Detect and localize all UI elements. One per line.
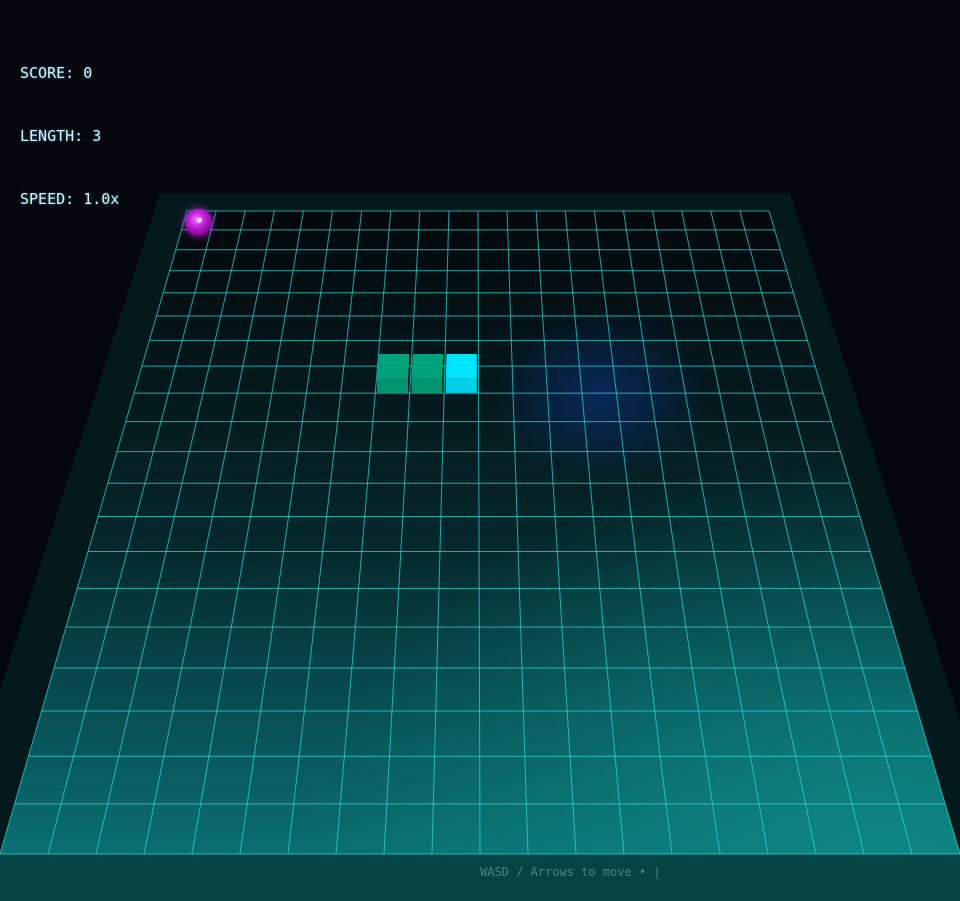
length-label: LENGTH: — [20, 127, 84, 145]
segment-front-face — [445, 378, 477, 393]
snake-body-segment — [411, 354, 444, 393]
food-layer — [182, 206, 215, 239]
game-scene — [0, 193, 960, 901]
score-readout: SCORE: 0 — [20, 63, 119, 84]
controls-hint: WASD / Arrows to move • | — [480, 865, 661, 879]
speed-readout: SPEED: 1.0x — [20, 189, 119, 210]
segment-top-face — [377, 354, 410, 379]
score-value: 0 — [83, 64, 93, 82]
length-value: 3 — [92, 127, 102, 145]
segment-top-face — [445, 354, 477, 379]
score-label: SCORE: — [20, 64, 75, 82]
blue-glow — [490, 310, 710, 480]
snake-head — [445, 354, 477, 393]
snake-body-segment — [377, 354, 410, 393]
segment-top-face — [411, 354, 444, 379]
speed-label: SPEED: — [20, 190, 75, 208]
food-orb — [182, 206, 215, 239]
snake — [377, 354, 477, 393]
hud-panel: SCORE: 0 LENGTH: 3 SPEED: 1.0x — [20, 21, 119, 252]
length-readout: LENGTH: 3 — [20, 126, 119, 147]
segment-front-face — [377, 378, 409, 393]
game-stage[interactable]: SCORE: 0 LENGTH: 3 SPEED: 1.0x WASD / Ar… — [0, 0, 960, 901]
segment-front-face — [411, 378, 443, 393]
food-highlight — [196, 217, 203, 223]
speed-value: 1.0x — [83, 190, 120, 208]
